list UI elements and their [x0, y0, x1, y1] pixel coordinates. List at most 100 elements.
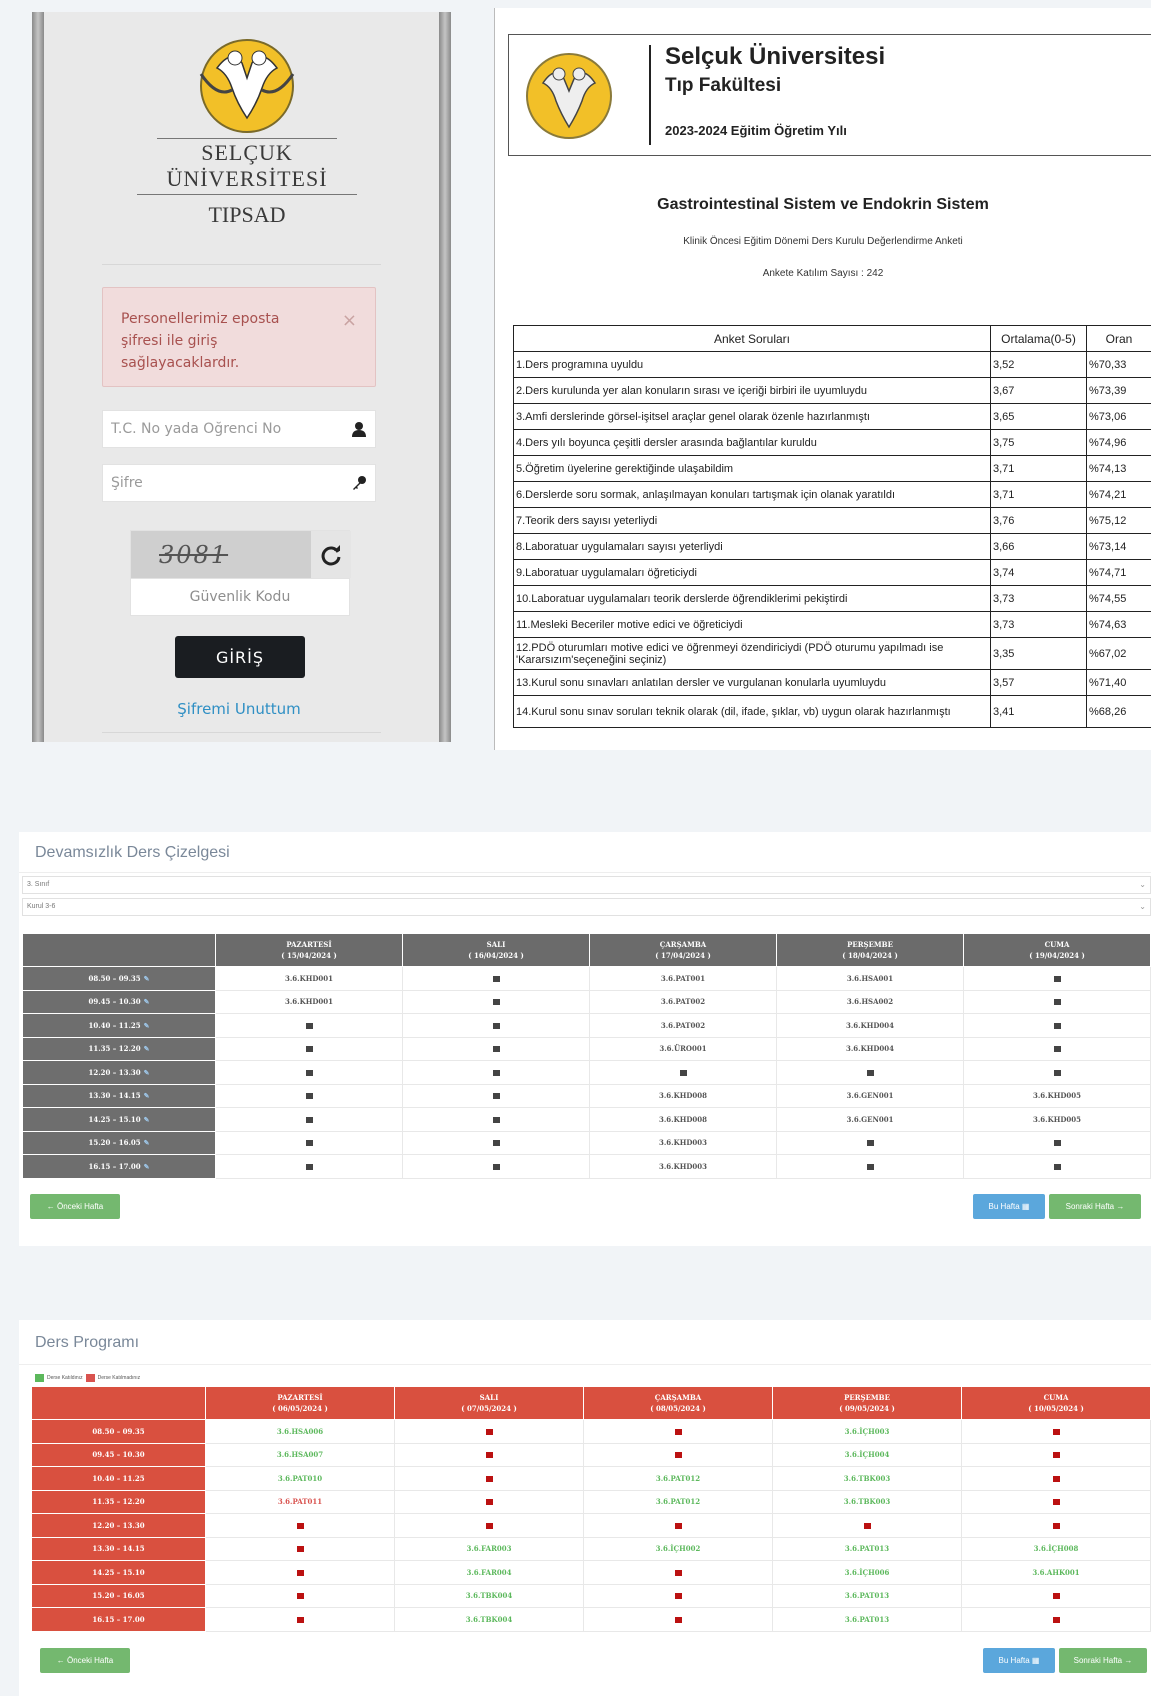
password-input[interactable]	[103, 465, 343, 501]
schedule-cell[interactable]: 3.6.GEN001	[776, 1107, 964, 1132]
next-week-button[interactable]: Sonraki Hafta →	[1049, 1194, 1141, 1219]
schedule-cell[interactable]: 3.6.FAR003	[394, 1536, 584, 1561]
schedule-cell[interactable]: 3.6.PAT001	[589, 966, 777, 991]
edit-icon[interactable]: ✎	[144, 1162, 150, 1171]
schedule-cell[interactable]	[583, 1513, 773, 1538]
edit-icon[interactable]: ✎	[144, 1115, 150, 1124]
schedule-cell[interactable]	[961, 1607, 1151, 1632]
edit-icon[interactable]: ✎	[144, 997, 150, 1006]
schedule-cell[interactable]	[583, 1583, 773, 1608]
schedule-cell[interactable]: 3.6.ÜRO001	[589, 1036, 777, 1061]
schedule-cell[interactable]	[402, 1107, 590, 1132]
schedule-cell[interactable]	[963, 966, 1151, 991]
schedule-cell[interactable]	[963, 989, 1151, 1014]
schedule-cell[interactable]: 3.6.GEN001	[776, 1083, 964, 1108]
schedule-cell[interactable]: 3.6.KHD008	[589, 1083, 777, 1108]
schedule-cell[interactable]	[589, 1060, 777, 1085]
schedule-cell[interactable]	[215, 1083, 403, 1108]
schedule-cell[interactable]	[402, 1130, 590, 1155]
class-select[interactable]: 3. Sınıf ⌄	[22, 876, 1151, 894]
schedule-cell[interactable]: 3.6.AHK001	[961, 1560, 1151, 1585]
captcha-input[interactable]	[131, 578, 349, 615]
schedule-cell[interactable]	[963, 1036, 1151, 1061]
schedule-cell[interactable]	[394, 1489, 584, 1514]
board-select[interactable]: Kurul 3-6 ⌄	[22, 898, 1151, 916]
edit-icon[interactable]: ✎	[144, 1091, 150, 1100]
schedule-cell[interactable]: 3.6.KHD005	[963, 1107, 1151, 1132]
schedule-cell[interactable]	[583, 1607, 773, 1632]
edit-icon[interactable]: ✎	[144, 1044, 150, 1053]
schedule-cell[interactable]	[776, 1130, 964, 1155]
schedule-cell[interactable]: 3.6.KHD001	[215, 989, 403, 1014]
schedule-cell[interactable]: 3.6.İÇH003	[772, 1419, 962, 1444]
schedule-cell[interactable]	[205, 1583, 395, 1608]
login-button[interactable]: GİRİŞ	[175, 636, 305, 678]
schedule-cell[interactable]: 3.6.KHD008	[589, 1107, 777, 1132]
schedule-cell[interactable]	[402, 1036, 590, 1061]
schedule-cell[interactable]: 3.6.PAT012	[583, 1489, 773, 1514]
id-input[interactable]	[103, 411, 343, 447]
schedule-cell[interactable]: 3.6.KHD005	[963, 1083, 1151, 1108]
schedule-cell[interactable]: 3.6.İÇH004	[772, 1442, 962, 1467]
schedule-cell[interactable]: 3.6.TBK004	[394, 1607, 584, 1632]
schedule-cell[interactable]: 3.6.KHD001	[215, 966, 403, 991]
schedule-cell[interactable]	[394, 1466, 584, 1491]
schedule-cell[interactable]: 3.6.TBK003	[772, 1489, 962, 1514]
forgot-password-link[interactable]: Şifremi Unuttum	[102, 700, 376, 718]
close-icon[interactable]: ×	[342, 310, 357, 332]
previous-week-button[interactable]: ← Önceki Hafta	[30, 1194, 120, 1219]
this-week-button[interactable]: Bu Hafta ▦	[973, 1194, 1045, 1219]
schedule-cell[interactable]	[583, 1560, 773, 1585]
schedule-cell[interactable]	[961, 1489, 1151, 1514]
schedule-cell[interactable]	[772, 1513, 962, 1538]
edit-icon[interactable]: ✎	[144, 1138, 150, 1147]
schedule-cell[interactable]	[961, 1419, 1151, 1444]
schedule-cell[interactable]: 3.6.KHD003	[589, 1130, 777, 1155]
schedule-cell[interactable]	[205, 1536, 395, 1561]
schedule-cell[interactable]	[402, 989, 590, 1014]
password-field[interactable]	[102, 464, 376, 502]
schedule-cell[interactable]	[215, 1107, 403, 1132]
schedule-cell[interactable]: 3.6.TBK004	[394, 1583, 584, 1608]
schedule-cell[interactable]	[402, 1083, 590, 1108]
schedule-cell[interactable]: 3.6.İÇH008	[961, 1536, 1151, 1561]
schedule-cell[interactable]: 3.6.HSA007	[205, 1442, 395, 1467]
schedule-cell[interactable]	[215, 1130, 403, 1155]
schedule-cell[interactable]	[776, 1154, 964, 1179]
schedule-cell[interactable]: 3.6.PAT013	[772, 1536, 962, 1561]
schedule-cell[interactable]: 3.6.FAR004	[394, 1560, 584, 1585]
schedule-cell[interactable]	[205, 1607, 395, 1632]
schedule-cell[interactable]: 3.6.İÇH006	[772, 1560, 962, 1585]
schedule-cell[interactable]: 3.6.HSA006	[205, 1419, 395, 1444]
schedule-cell[interactable]: 3.6.PAT013	[772, 1607, 962, 1632]
schedule-cell[interactable]	[961, 1466, 1151, 1491]
schedule-cell[interactable]	[394, 1419, 584, 1444]
schedule-cell[interactable]	[963, 1130, 1151, 1155]
schedule-cell[interactable]	[215, 1154, 403, 1179]
schedule-cell[interactable]	[215, 1036, 403, 1061]
this-week-button[interactable]: Bu Hafta ▦	[983, 1648, 1055, 1673]
refresh-icon[interactable]	[311, 531, 351, 578]
schedule-cell[interactable]	[402, 1013, 590, 1038]
schedule-cell[interactable]: 3.6.PAT002	[589, 989, 777, 1014]
schedule-cell[interactable]: 3.6.HSA002	[776, 989, 964, 1014]
edit-icon[interactable]: ✎	[144, 974, 150, 983]
schedule-cell[interactable]: 3.6.KHD003	[589, 1154, 777, 1179]
schedule-cell[interactable]	[776, 1060, 964, 1085]
schedule-cell[interactable]: 3.6.İÇH002	[583, 1536, 773, 1561]
schedule-cell[interactable]	[961, 1513, 1151, 1538]
previous-week-button[interactable]: ← Önceki Hafta	[40, 1648, 130, 1673]
schedule-cell[interactable]: 3.6.KHD004	[776, 1036, 964, 1061]
schedule-cell[interactable]: 3.6.PAT002	[589, 1013, 777, 1038]
schedule-cell[interactable]: 3.6.PAT011	[205, 1489, 395, 1514]
schedule-cell[interactable]	[215, 1013, 403, 1038]
schedule-cell[interactable]	[205, 1560, 395, 1585]
edit-icon[interactable]: ✎	[144, 1068, 150, 1077]
schedule-cell[interactable]	[402, 966, 590, 991]
schedule-cell[interactable]	[394, 1513, 584, 1538]
schedule-cell[interactable]	[205, 1513, 395, 1538]
schedule-cell[interactable]	[402, 1154, 590, 1179]
schedule-cell[interactable]	[963, 1060, 1151, 1085]
schedule-cell[interactable]: 3.6.TBK003	[772, 1466, 962, 1491]
id-field[interactable]	[102, 410, 376, 448]
